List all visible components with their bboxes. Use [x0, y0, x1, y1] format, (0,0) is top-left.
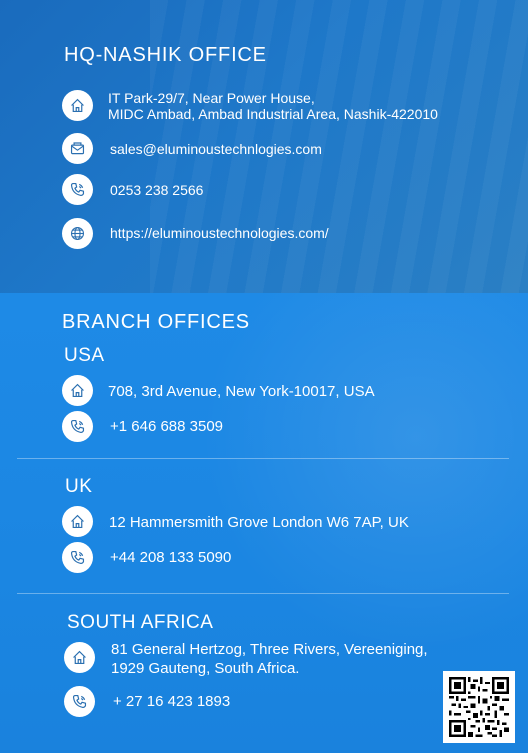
hq-title: HQ-NASHIK OFFICE — [64, 44, 267, 66]
phone-icon — [62, 542, 93, 573]
sa-address-line2: 1929 Gauteng, South Africa. — [111, 660, 300, 677]
phone-icon — [62, 411, 93, 442]
uk-heading: UK — [65, 476, 93, 497]
uk-address: 12 Hammersmith Grove London W6 7AP, UK — [109, 514, 409, 531]
hq-website-link[interactable]: https://eluminoustechnologies.com/ — [110, 225, 329, 241]
qr-code[interactable] — [443, 671, 515, 743]
hq-section: HQ-NASHIK OFFICE IT Park-29/7, Near Powe… — [0, 0, 528, 293]
phone-icon — [62, 174, 93, 205]
branch-title: BRANCH OFFICES — [62, 311, 250, 333]
sa-address-line1: 81 General Hertzog, Three Rivers, Vereen… — [111, 641, 428, 658]
mail-icon — [62, 133, 93, 164]
home-icon — [62, 375, 93, 406]
phone-icon — [64, 686, 95, 717]
hq-address-line2: MIDC Ambad, Ambad Industrial Area, Nashi… — [108, 106, 438, 122]
sa-heading: SOUTH AFRICA — [67, 612, 214, 633]
divider — [17, 593, 509, 594]
usa-heading: USA — [64, 345, 105, 366]
sa-phone[interactable]: + 27 16 423 1893 — [113, 692, 230, 711]
home-icon — [62, 90, 93, 121]
hq-phone[interactable]: 0253 238 2566 — [110, 182, 203, 198]
usa-address: 708, 3rd Avenue, New York-10017, USA — [108, 383, 375, 400]
hq-address-line1: IT Park-29/7, Near Power House, — [108, 90, 315, 106]
uk-phone[interactable]: +44 208 133 5090 — [110, 548, 231, 567]
globe-icon — [62, 218, 93, 249]
home-icon — [62, 506, 93, 537]
divider — [17, 458, 509, 459]
home-icon — [64, 642, 95, 673]
hq-email-link[interactable]: sales@eluminoustechnlogies.com — [110, 141, 322, 157]
usa-phone[interactable]: +1 646 688 3509 — [110, 417, 223, 436]
